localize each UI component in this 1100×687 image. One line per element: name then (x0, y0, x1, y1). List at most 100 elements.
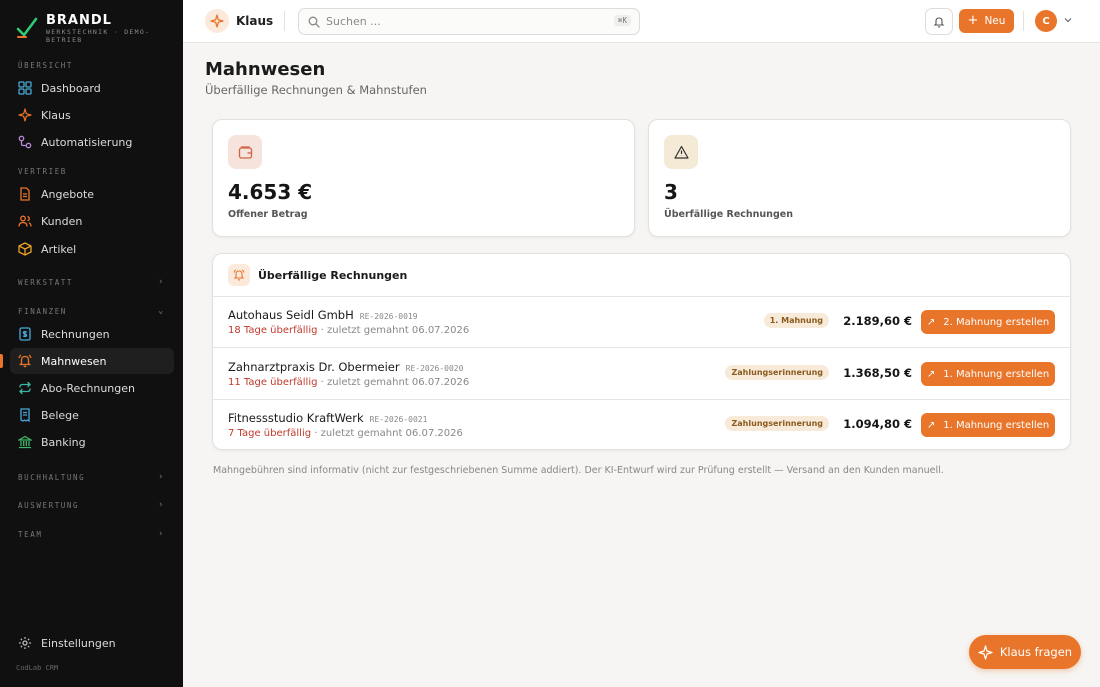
table-row[interactable]: Fitnessstudio KraftWerk RE-2026-0021 7 Ta… (213, 400, 1070, 449)
section-overview: ÜBERSICHT (18, 61, 74, 70)
overdue-days: 11 Tage überfällig (228, 377, 318, 388)
open-amount-value: 4.653 € (228, 180, 313, 204)
sidebar-item-articles[interactable]: Artikel (10, 236, 174, 262)
chevron-right-icon: › (158, 529, 166, 539)
sidebar-item-banking[interactable]: Banking (10, 429, 174, 455)
arrow-up-right-icon: ↗ (926, 368, 936, 380)
sidebar-item-label: Angebote (41, 187, 95, 201)
section-label: FINANZEN (18, 307, 67, 316)
klaus-badge (205, 9, 229, 33)
new-button[interactable]: + Neu (959, 9, 1014, 33)
gear-icon (19, 637, 31, 649)
customer-label: Zahnarztpraxis Dr. Obermeier (228, 360, 400, 374)
sidebar-item-subscriptions[interactable]: Abo-Rechnungen (10, 375, 174, 401)
page-subtitle: Überfällige Rechnungen & Mahnstufen (205, 83, 427, 97)
customer-name: Zahnarztpraxis Dr. Obermeier RE-2026-0020 (228, 360, 463, 374)
search-shortcut: ⌘K (613, 15, 631, 26)
invoice-number: RE-2026-0019 (359, 312, 418, 321)
section-sales: VERTRIEB (18, 167, 67, 176)
sparkle-icon (210, 14, 224, 28)
bell-icon (933, 16, 945, 28)
arrow-up-right-icon: ↗ (926, 419, 936, 431)
bell-ring-icon (18, 354, 32, 368)
sidebar: BRANDL WERKSTECHNIK · DEMO-BETRIEB ÜBERS… (0, 0, 183, 687)
ask-klaus-label: Klaus fragen (999, 645, 1073, 659)
chevron-down-icon[interactable] (1063, 15, 1073, 25)
sidebar-item-label: Mahnwesen (41, 354, 107, 368)
invoice-number: RE-2026-0020 (405, 364, 464, 373)
section-label: TEAM (18, 530, 43, 539)
section-finance[interactable]: FINANZEN ⌄ (18, 306, 163, 316)
avatar[interactable]: C (1035, 10, 1057, 32)
section-team[interactable]: TEAM › (18, 529, 163, 539)
overdue-meta: 18 Tage überfällig · zuletzt gemahnt 06.… (228, 325, 469, 336)
chevron-right-icon: › (158, 472, 166, 482)
last-reminded: · zuletzt gemahnt 06.07.2026 (317, 325, 470, 336)
overdue-invoices-header: Überfällige Rechnungen (213, 254, 1070, 297)
bank-icon (18, 435, 32, 449)
invoice-icon (19, 327, 31, 341)
users-icon (18, 215, 32, 227)
notifications-button[interactable] (925, 8, 953, 35)
section-workshop[interactable]: WERKSTATT › (18, 277, 163, 287)
overdue-days: 18 Tage überfällig (228, 325, 318, 336)
active-indicator (0, 354, 3, 368)
sidebar-item-klaus[interactable]: Klaus (10, 102, 174, 128)
divider (284, 11, 285, 31)
dunning-level-badge: Zahlungserinnerung (725, 365, 829, 380)
klaus-logo[interactable]: Klaus (205, 9, 273, 33)
table-row[interactable]: Autohaus Seidl GmbH RE-2026-0019 18 Tage … (213, 297, 1070, 348)
sidebar-item-customers[interactable]: Kunden (10, 208, 174, 234)
create-reminder-button[interactable]: ↗ 1. Mahnung erstellen (921, 413, 1055, 437)
last-reminded: · zuletzt gemahnt 06.07.2026 (317, 377, 470, 388)
search-icon (308, 16, 320, 28)
new-button-label: Neu (984, 15, 1006, 27)
search-input[interactable] (326, 15, 596, 28)
sidebar-item-settings[interactable]: Einstellungen (10, 630, 174, 656)
overdue-count-value: 3 (664, 180, 678, 204)
action-label: 1. Mahnung erstellen (943, 368, 1050, 380)
overdue-count-label: Überfällige Rechnungen (664, 209, 793, 220)
sidebar-item-label: Kunden (41, 214, 83, 228)
app-name: Klaus (236, 14, 274, 28)
sidebar-item-label: Dashboard (41, 81, 101, 95)
page-title: Mahnwesen (205, 59, 326, 80)
sidebar-item-invoices[interactable]: Rechnungen (10, 321, 174, 347)
sidebar-item-receipts[interactable]: Belege (10, 402, 174, 428)
invoice-number: RE-2026-0021 (369, 415, 428, 424)
invoice-amount: 1.094,80 € (843, 417, 912, 431)
receipt-icon (20, 408, 30, 422)
last-reminded: · zuletzt gemahnt 06.07.2026 (311, 428, 463, 439)
sidebar-item-label: Abo-Rechnungen (41, 381, 135, 395)
wallet-icon (228, 135, 262, 169)
section-analytics[interactable]: AUSWERTUNG › (18, 500, 163, 510)
section-label: AUSWERTUNG (18, 501, 80, 510)
sidebar-item-dashboard[interactable]: Dashboard (10, 75, 174, 101)
section-label: BUCHHALTUNG (18, 473, 86, 482)
stat-card-open-amount: 4.653 € Offener Betrag (212, 119, 635, 237)
overdue-invoices-title: Überfällige Rechnungen (258, 268, 408, 282)
sidebar-item-quotes[interactable]: Angebote (10, 181, 174, 207)
sidebar-item-label: Klaus (41, 108, 71, 122)
sidebar-item-label: Belege (41, 408, 79, 422)
table-row[interactable]: Zahnarztpraxis Dr. Obermeier RE-2026-0020… (213, 349, 1070, 400)
create-reminder-button[interactable]: ↗ 1. Mahnung erstellen (921, 362, 1055, 386)
overdue-meta: 11 Tage überfällig · zuletzt gemahnt 06.… (228, 377, 469, 388)
create-reminder-button[interactable]: ↗ 2. Mahnung erstellen (921, 310, 1055, 334)
sidebar-item-label: Einstellungen (41, 636, 116, 650)
action-label: 1. Mahnung erstellen (943, 419, 1050, 431)
workflow-icon (18, 135, 32, 149)
overdue-meta: 7 Tage überfällig · zuletzt gemahnt 06.0… (228, 428, 463, 439)
dunning-note: Mahngebühren sind informativ (nicht zur … (213, 465, 944, 476)
customer-label: Fitnessstudio KraftWerk (228, 411, 364, 425)
topbar: Klaus ⌘K + Neu C (183, 0, 1100, 43)
sidebar-item-automation[interactable]: Automatisierung (10, 129, 174, 155)
ask-klaus-button[interactable]: Klaus fragen (969, 635, 1081, 669)
sidebar-item-label: Automatisierung (41, 135, 133, 149)
sidebar-footer: CodLab CRM (16, 664, 59, 672)
section-accounting[interactable]: BUCHHALTUNG › (18, 472, 163, 482)
open-amount-label: Offener Betrag (228, 209, 308, 220)
search-box[interactable]: ⌘K (298, 8, 640, 35)
sidebar-item-label: Banking (41, 435, 86, 449)
sidebar-item-dunning[interactable]: Mahnwesen (10, 348, 174, 374)
